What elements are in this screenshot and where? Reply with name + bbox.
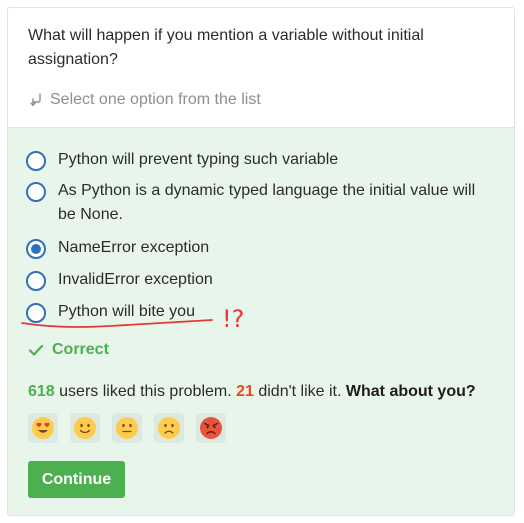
slightly-frowning-face-icon [158,417,180,439]
reaction-love[interactable] [28,413,58,443]
status-text: Correct [52,341,109,358]
option-label: InvalidError exception [58,271,213,288]
dislikes-count: 21 [236,383,254,400]
radio-button[interactable] [26,182,46,202]
radio-button[interactable] [26,303,46,323]
quiz-card: What will happen if you mention a variab… [7,7,515,516]
radio-button[interactable] [26,151,46,171]
likes-count: 618 [28,383,55,400]
option-label: Python will prevent typing such variable [58,151,339,168]
neutral-face-icon [116,417,138,439]
answer-area: Python will prevent typing such variable… [8,127,514,515]
radio-button[interactable] [26,271,46,291]
feedback-question: What about you? [345,383,476,400]
heart-eyes-face-icon [32,417,54,439]
reaction-smile[interactable] [70,413,100,443]
option-invaliderror[interactable]: InvalidError exception [26,270,496,292]
option-nameerror[interactable]: NameError exception [26,238,496,260]
hint-text: Select one option from the list [50,91,261,108]
radio-button-selected[interactable] [26,239,46,259]
reaction-angry[interactable] [196,413,226,443]
continue-button[interactable]: Continue [28,461,125,498]
option-label: NameError exception [58,239,210,256]
reaction-sad[interactable] [154,413,184,443]
option-prevent-typing[interactable]: Python will prevent typing such variable [26,150,496,172]
feedback-stats: 618 users liked this problem. 21 didn't … [28,381,476,403]
arrow-turn-down-icon [30,93,41,107]
reaction-neutral[interactable] [112,413,142,443]
option-initial-none[interactable]: As Python is a dynamic typed language th… [26,181,496,227]
status-correct: Correct [28,341,109,359]
question-text: What will happen if you mention a variab… [28,27,424,68]
likes-text: users liked this problem. [54,383,237,400]
reaction-bar [28,413,226,443]
option-bite-you[interactable]: Python will bite you [26,302,496,324]
checkmark-icon [28,344,44,356]
option-label: Python will bite you [58,303,195,320]
dislikes-text: didn't like it. [253,383,346,400]
hint: Select one option from the list [28,89,261,111]
smiling-face-icon [74,417,96,439]
option-label: As Python is a dynamic typed language th… [58,182,476,223]
angry-face-icon [200,417,222,439]
